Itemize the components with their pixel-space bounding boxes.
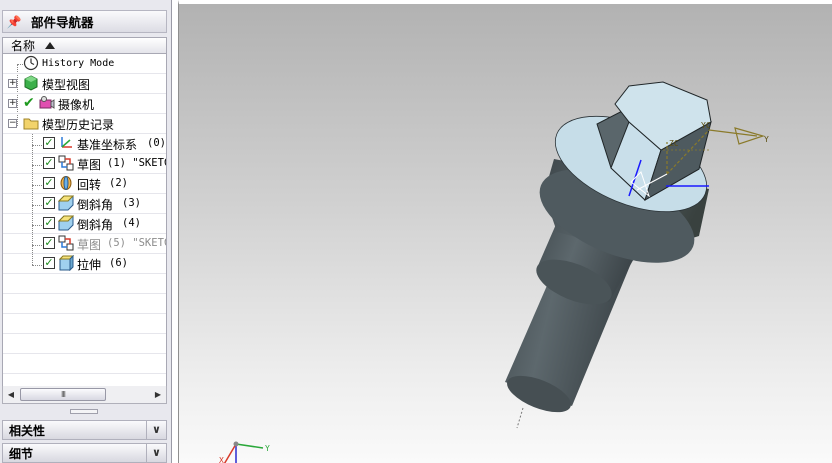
triad-x-axis [223,443,237,463]
bolt-model[interactable] [502,81,720,429]
tree-item-datum-csys[interactable]: ✓ 基准坐标系 (0) [3,134,166,154]
tree-item-label: 拉伸 [77,258,102,272]
tree-item-number: (2) [109,177,128,189]
csys-y-axis [708,129,758,137]
tree-item-number: (3) [122,197,141,209]
tree-item-number: (4) [122,217,141,229]
tree-item-label: 倒斜角 [77,198,114,212]
sort-ascending-icon [45,42,55,49]
tree-item-history-mode[interactable]: History Mode [3,54,166,74]
tree-empty-row [3,294,166,314]
revolve-icon [60,176,72,190]
graphics-viewport[interactable]: YC ZC Y Y X [178,0,832,463]
chevron-down-icon[interactable]: ∨ [146,444,166,462]
tree-item-label: 倒斜角 [77,218,114,232]
tree-horizontal-scrollbar[interactable]: ◀ III ▶ [2,386,167,404]
view-triad: Y X [219,441,270,463]
chamfer-icon [58,195,74,211]
triad-x-label: X [219,456,224,463]
model-views-icon [24,75,38,91]
zc-label: ZC [669,139,679,148]
triad-y-axis [235,443,264,449]
chamfer-icon [58,215,74,231]
chevron-down-icon[interactable]: ∨ [146,421,166,439]
navigator-title: 部件导航器 [31,15,94,30]
feature-checkbox[interactable]: ✓ [43,137,55,149]
yc-label: YC [701,121,711,130]
tree-item-chamfer-3[interactable]: ✓ 倒斜角 (3) [3,194,166,214]
column-header-name[interactable]: 名称 [2,37,167,54]
sketch-icon [58,155,74,171]
tree-item-label: 草图 [77,238,102,252]
y-label: Y [764,135,769,144]
y-arrow-cone-icon [734,127,766,145]
section-dependencies[interactable]: 相关性 ∨ [2,420,167,440]
folder-icon [23,118,39,130]
extrude-icon [58,255,74,271]
tree-item-label: History Mode [42,58,115,69]
tree-item-sketch-5[interactable]: ✓ 草图 (5) "SKETC [3,234,167,254]
feature-checkbox[interactable]: ✓ [43,237,55,249]
triad-y-label: Y [265,444,270,453]
feature-checkbox[interactable]: ✓ [43,257,55,269]
column-name-label: 名称 [11,39,36,53]
tree-item-cameras[interactable]: + ✔ 摄像机 [3,94,166,114]
expand-icon[interactable]: + [8,79,17,88]
tree-item-number: (1) "SKETC [107,157,167,169]
camera-icon [39,96,55,109]
section-label: 细节 [9,446,34,461]
tree-item-revolve[interactable]: ✓ 回转 (2) [3,174,166,194]
navigator-title-bar: 📌 部件导航器 [2,10,167,33]
tree-item-number: (5) "SKETC [107,237,167,249]
tree-item-extrude[interactable]: ✓ 拉伸 (6) [3,254,166,274]
checkmark-icon: ✔ [23,95,35,111]
feature-checkbox[interactable]: ✓ [43,217,55,229]
part-navigator-tree: History Mode + 模型视图 + ✔ 摄像机 − 模型历史记录 ✓ 基… [2,54,167,386]
scroll-left-icon[interactable]: ◀ [5,388,17,401]
section-details[interactable]: 细节 ∨ [2,443,167,463]
tree-item-number: (0) [147,137,166,149]
sketch-icon [58,235,74,251]
tree-item-sketch-1[interactable]: ✓ 草图 (1) "SKETC [3,154,167,174]
tree-item-model-history[interactable]: − 模型历史记录 [3,114,166,134]
datum-csys-icon [61,137,72,148]
tree-empty-row [3,354,166,374]
scrollbar-thumb[interactable]: III [20,388,106,401]
feature-checkbox[interactable]: ✓ [43,157,55,169]
tree-item-number: (6) [109,257,128,269]
expand-icon[interactable]: + [8,99,17,108]
axis-centerline [516,407,524,429]
pin-icon[interactable]: 📌 [3,15,25,29]
tree-empty-row [3,334,166,354]
tree-item-label: 模型视图 [42,78,91,92]
clock-icon [23,55,39,71]
section-label: 相关性 [9,423,46,438]
tree-empty-row [3,274,166,294]
tree-empty-row [3,314,166,334]
model-canvas[interactable]: YC ZC Y Y X [179,4,832,463]
tree-item-label: 模型历史记录 [42,118,115,132]
feature-checkbox[interactable]: ✓ [43,197,55,209]
tree-item-label: 摄像机 [58,98,95,112]
tree-item-label: 草图 [77,158,102,172]
tree-item-model-views[interactable]: + 模型视图 [3,74,166,94]
tree-item-label: 回转 [77,178,102,192]
collapse-icon[interactable]: − [8,119,17,128]
feature-checkbox[interactable]: ✓ [43,177,55,189]
tree-item-chamfer-4[interactable]: ✓ 倒斜角 (4) [3,214,166,234]
triad-origin [233,441,239,447]
scroll-right-icon[interactable]: ▶ [152,388,164,401]
panel-splitter-handle[interactable] [70,409,98,414]
tree-item-label: 基准坐标系 [77,138,138,152]
part-navigator-panel: 📌 部件导航器 名称 History Mode + 模型视图 + ✔ 摄像机 −… [0,0,172,463]
